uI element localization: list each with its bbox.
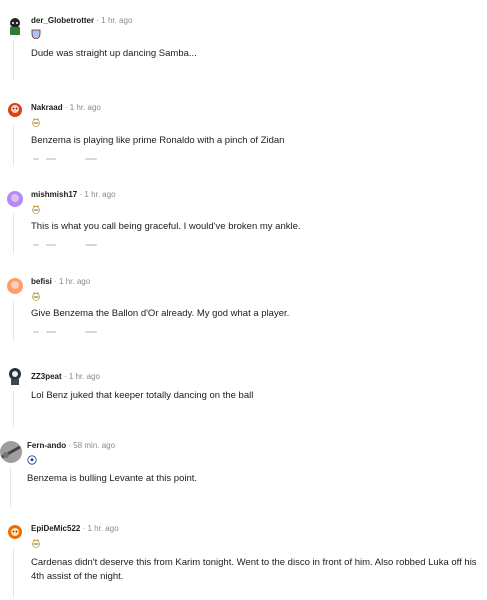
thread-line[interactable] xyxy=(10,467,11,507)
comment-actions[interactable] xyxy=(33,158,39,160)
real-madrid-crest-icon xyxy=(31,538,41,548)
comment-meta: mishmish17 · 1 hr. ago xyxy=(31,190,116,200)
comment-actions[interactable] xyxy=(85,331,97,333)
user-avatar[interactable] xyxy=(4,14,26,36)
username[interactable]: mishmish17 xyxy=(31,190,77,199)
comment-actions[interactable] xyxy=(46,158,56,160)
comment-meta: EpiDeMic522 · 1 hr. ago xyxy=(31,524,119,534)
comment-actions[interactable] xyxy=(85,244,97,246)
comment-meta: befisi · 1 hr. ago xyxy=(31,277,90,287)
thread-line[interactable] xyxy=(13,301,14,341)
meta-separator: · xyxy=(68,441,72,450)
comment-actions[interactable] xyxy=(85,158,97,160)
comment-meta: Nakraad · 1 hr. ago xyxy=(31,103,101,113)
timestamp[interactable]: 58 min. ago xyxy=(73,441,115,450)
comment-body: Benzema is playing like prime Ronaldo wi… xyxy=(31,135,285,146)
avatar-icon xyxy=(4,522,26,544)
avatar-icon xyxy=(4,14,26,36)
comment-body: Dude was straight up dancing Samba... xyxy=(31,48,197,59)
username[interactable]: der_Globetrotter xyxy=(31,16,94,25)
comment-actions[interactable] xyxy=(33,331,39,333)
comment-meta: Fern-ando · 58 min. ago xyxy=(27,441,115,451)
comment-actions[interactable] xyxy=(33,244,39,246)
username[interactable]: Nakraad xyxy=(31,103,63,112)
avatar-icon xyxy=(4,365,26,387)
timestamp[interactable]: 1 hr. ago xyxy=(69,372,100,381)
comment-body: Give Benzema the Ballon d'Or already. My… xyxy=(31,308,290,319)
comment-body: This is what you call being graceful. I … xyxy=(31,221,301,232)
timestamp[interactable]: 1 hr. ago xyxy=(101,16,132,25)
avatar-icon xyxy=(4,188,26,210)
username[interactable]: ZZ3peat xyxy=(31,372,62,381)
comment-actions[interactable] xyxy=(46,331,56,333)
real-madrid-crest-icon xyxy=(31,204,41,214)
thread-line[interactable] xyxy=(13,40,14,80)
user-avatar[interactable] xyxy=(4,188,26,210)
meta-separator: · xyxy=(64,103,68,112)
thread-line[interactable] xyxy=(13,126,14,166)
football-icon xyxy=(27,455,37,465)
comment-body: Lol Benz juked that keeper totally danci… xyxy=(31,390,254,401)
user-avatar[interactable] xyxy=(4,522,26,544)
timestamp[interactable]: 1 hr. ago xyxy=(84,190,115,199)
username[interactable]: Fern-ando xyxy=(27,441,66,450)
thread-line[interactable] xyxy=(13,391,14,427)
real-madrid-crest-icon xyxy=(31,117,41,127)
user-avatar[interactable] xyxy=(4,365,26,387)
user-avatar[interactable] xyxy=(4,275,26,297)
user-avatar[interactable] xyxy=(4,100,26,122)
villa-crest-icon xyxy=(31,29,41,39)
comment-body: Cardenas didn't deserve this from Karim … xyxy=(31,557,477,582)
meta-separator: · xyxy=(96,16,100,25)
meta-separator: · xyxy=(79,190,83,199)
avatar-icon xyxy=(0,441,22,463)
timestamp[interactable]: 1 hr. ago xyxy=(59,277,90,286)
timestamp[interactable]: 1 hr. ago xyxy=(70,103,101,112)
thread-line[interactable] xyxy=(13,214,14,254)
comment-meta: der_Globetrotter · 1 hr. ago xyxy=(31,16,132,26)
user-avatar[interactable] xyxy=(0,441,22,463)
username[interactable]: EpiDeMic522 xyxy=(31,524,80,533)
timestamp[interactable]: 1 hr. ago xyxy=(88,524,119,533)
real-madrid-crest-icon xyxy=(31,291,41,301)
meta-separator: · xyxy=(82,524,86,533)
meta-separator: · xyxy=(54,277,57,286)
meta-separator: · xyxy=(63,372,67,381)
avatar-icon xyxy=(4,100,26,122)
comment-meta: ZZ3peat · 1 hr. ago xyxy=(31,372,100,382)
thread-line[interactable] xyxy=(13,548,14,598)
username[interactable]: befisi xyxy=(31,277,52,286)
avatar-icon xyxy=(4,275,26,297)
comment-actions[interactable] xyxy=(46,244,56,246)
comment-body: Benzema is bulling Levante at this point… xyxy=(27,473,198,484)
